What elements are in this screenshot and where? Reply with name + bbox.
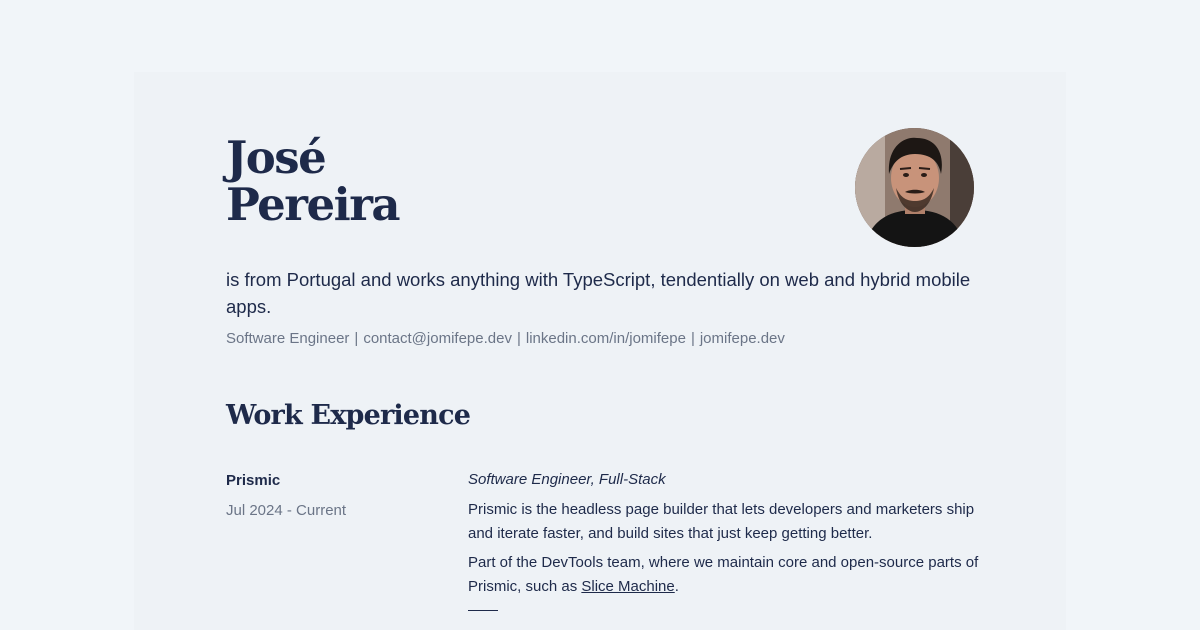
contact-separator: |: [354, 330, 359, 347]
job-dates: Jul 2024 - Current: [226, 502, 347, 519]
job-description: Prismic is the headless page builder tha…: [468, 501, 975, 542]
team-text-before: Part of the DevTools team, where we main…: [468, 554, 979, 595]
contact-separator: |: [690, 330, 695, 347]
job-role: Software Engineer, Full-Stack: [468, 471, 666, 488]
team-text-after: .: [674, 578, 679, 595]
portrait-image: [855, 128, 974, 247]
contact-line: Software Engineer | contact@jomifepe.dev | l…: [226, 329, 785, 349]
work-experience-heading: Work Experience: [226, 400, 471, 431]
contact-separator: |: [516, 330, 521, 347]
job-team-text: Part of the DevTools team, where we main…: [468, 551, 988, 599]
email-link[interactable]: contact@jomifepe.dev: [363, 330, 512, 347]
last-name: Pereira: [226, 178, 401, 231]
intro-text: is from Portugal and works anything with…: [226, 269, 971, 317]
job-divider: [468, 610, 498, 611]
person-name: José Pereira: [226, 131, 401, 231]
first-name: José: [226, 131, 327, 184]
avatar: [855, 128, 974, 247]
linkedin-link[interactable]: linkedin.com/in/jomifepe: [526, 330, 686, 347]
website-link[interactable]: jomifepe.dev: [700, 330, 785, 347]
slice-machine-link[interactable]: Slice Machine: [581, 578, 674, 595]
job-detail: Software Engineer, Full-Stack Prismic is…: [468, 470, 988, 611]
job-company: Prismic: [226, 472, 281, 489]
job-title: Software Engineer: [226, 330, 350, 347]
